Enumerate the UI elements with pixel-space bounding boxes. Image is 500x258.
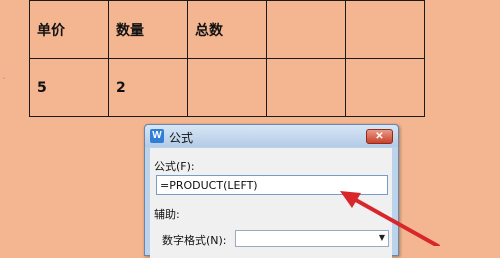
red-arrow-icon (340, 191, 440, 246)
annotation-arrow (340, 191, 440, 246)
